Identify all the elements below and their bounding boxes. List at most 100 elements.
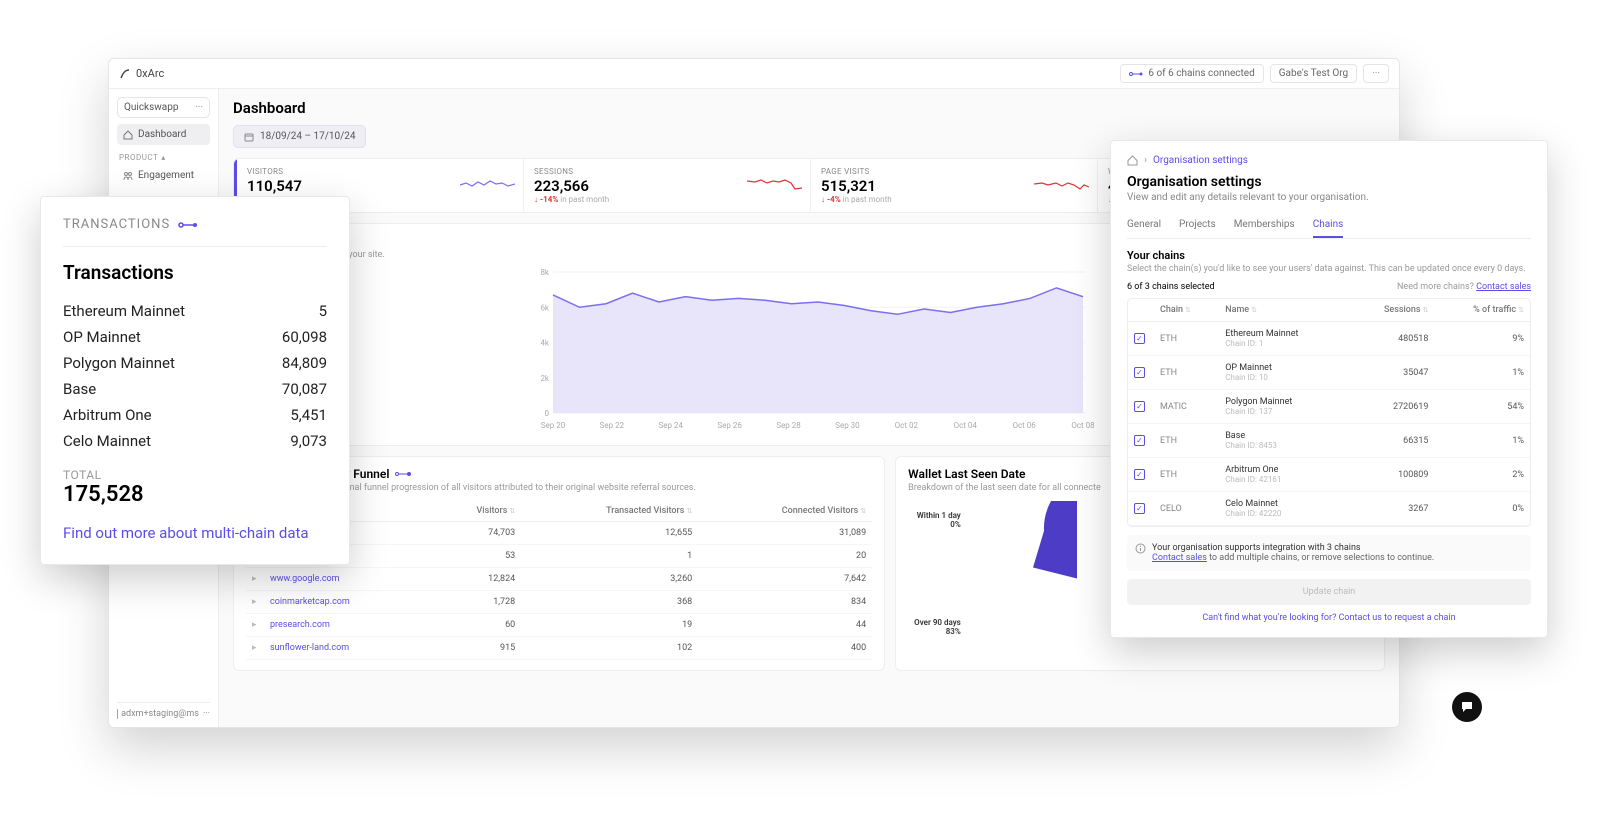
stat-delta: ↓ -4% in past month xyxy=(821,195,1087,204)
info-banner: Your organisation supports integration w… xyxy=(1127,535,1531,571)
update-chain-button[interactable]: Update chain xyxy=(1127,579,1531,605)
table-row[interactable]: ▸coinmarketcap.com1,728368834 xyxy=(246,591,872,614)
sparkline xyxy=(747,177,802,195)
sidebar-item-engagement[interactable]: Engagement xyxy=(117,165,210,186)
stat-label: VISITORS xyxy=(247,167,513,176)
list-item: OP Mainnet60,098 xyxy=(63,324,327,350)
checkbox[interactable]: ✓ xyxy=(1134,469,1145,480)
org-switcher[interactable]: Gabe's Test Org xyxy=(1270,64,1357,83)
info-text: to add multiple chains, or remove select… xyxy=(1207,553,1434,563)
topbar: 0xArc 6 of 6 chains connected Gabe's Tes… xyxy=(109,59,1399,89)
list-item: Ethereum Mainnet5 xyxy=(63,298,327,324)
sidebar-item-dashboard[interactable]: Dashboard xyxy=(117,124,210,145)
svg-text:Sep 28: Sep 28 xyxy=(776,421,801,430)
checkbox[interactable]: ✓ xyxy=(1134,367,1145,378)
org-settings-panel: › Organisation settings Organisation set… xyxy=(1110,140,1548,638)
checkbox[interactable]: ✓ xyxy=(1134,401,1145,412)
svg-text:6k: 6k xyxy=(540,303,549,312)
stat-card[interactable]: PAGE VISITS 515,321 ↓ -4% in past month xyxy=(811,159,1098,212)
checkbox[interactable]: ✓ xyxy=(1134,503,1145,514)
list-item: Base70,087 xyxy=(63,376,327,402)
total-value: 175,528 xyxy=(63,482,327,507)
panel-subtitle: View and edit any details relevant to yo… xyxy=(1127,192,1531,203)
svg-text:Sep 30: Sep 30 xyxy=(835,421,860,430)
brand-icon xyxy=(119,68,131,80)
date-range-button[interactable]: 18/09/24 – 17/10/24 xyxy=(233,125,366,148)
home-icon xyxy=(123,130,133,140)
page-title: Dashboard xyxy=(233,99,1385,117)
svg-text:Oct 04: Oct 04 xyxy=(954,421,978,430)
more-button[interactable]: ··· xyxy=(1363,64,1389,83)
chevron-up-icon: ▴ xyxy=(161,153,166,162)
wallet-labels: Within 1 day0% Over 90 days83% xyxy=(908,501,967,646)
svg-text:0: 0 xyxy=(545,409,550,418)
request-chain-link[interactable]: Can't find what you're looking for? Cont… xyxy=(1127,613,1531,623)
checkbox[interactable]: ✓ xyxy=(1134,435,1145,446)
svg-text:4k: 4k xyxy=(540,339,549,348)
calendar-icon xyxy=(244,132,254,142)
transactions-popover: TRANSACTIONS Transactions Ethereum Mainn… xyxy=(40,196,350,565)
multichain-icon xyxy=(1129,70,1143,78)
table-row[interactable]: ✓ ETH Ethereum MainnetChain ID: 1 480518… xyxy=(1128,322,1530,356)
sidebar-item-label: Dashboard xyxy=(138,129,186,140)
table-row[interactable]: ✓ ETH Arbitrum OneChain ID: 42161 100809… xyxy=(1128,458,1530,492)
info-icon xyxy=(1135,543,1146,554)
sidebar-item-label: Engagement xyxy=(138,170,194,181)
wallet-donut-chart xyxy=(967,501,1077,646)
user-email: adxm+staging@ms xyxy=(121,709,199,719)
table-row[interactable]: ✓ CELO Celo MainnetChain ID: 42220 3267 … xyxy=(1128,492,1530,526)
svg-text:Sep 26: Sep 26 xyxy=(717,421,742,430)
contact-sales-link[interactable]: Contact sales xyxy=(1476,282,1531,292)
total-label: TOTAL xyxy=(63,468,327,482)
stat-card[interactable]: SESSIONS 223,566 ↓ -14% in past month xyxy=(524,159,811,212)
tab-projects[interactable]: Projects xyxy=(1179,213,1216,238)
chains-table: Chain⇅Name⇅Sessions⇅% of traffic⇅ ✓ ETH … xyxy=(1127,298,1531,527)
workspace-select[interactable]: Quickswapp··· xyxy=(117,97,210,118)
multichain-link[interactable]: Find out more about multi-chain data xyxy=(63,523,327,544)
svg-text:Oct 06: Oct 06 xyxy=(1012,421,1036,430)
svg-text:8k: 8k xyxy=(540,268,549,277)
table-row[interactable]: ▸presearch.com601944 xyxy=(246,614,872,637)
svg-text:Sep 24: Sep 24 xyxy=(659,421,684,430)
tab-memberships[interactable]: Memberships xyxy=(1234,213,1295,238)
section-subtitle: Select the chain(s) you'd like to see yo… xyxy=(1127,264,1531,274)
list-item: Celo Mainnet9,073 xyxy=(63,428,327,454)
table-row[interactable]: ✓ ETH OP MainnetChain ID: 10 35047 1% xyxy=(1128,356,1530,390)
svg-text:Oct 08: Oct 08 xyxy=(1071,421,1095,430)
selected-count: 6 of 3 chains selected xyxy=(1127,282,1215,292)
need-more-chains: Need more chains? Contact sales xyxy=(1397,282,1531,292)
svg-text:Oct 02: Oct 02 xyxy=(895,421,919,430)
table-row[interactable]: ✓ MATIC Polygon MainnetChain ID: 137 272… xyxy=(1128,390,1530,424)
contact-sales-link[interactable]: Contact sales xyxy=(1152,553,1207,563)
svg-text:Sep 22: Sep 22 xyxy=(600,421,625,430)
chevron-right-icon: › xyxy=(1144,155,1147,166)
brand: 0xArc xyxy=(119,67,1120,80)
table-row[interactable]: ▸sunflower-land.com915102400 xyxy=(246,637,872,660)
info-title: Your organisation supports integration w… xyxy=(1152,543,1434,553)
stat-label: SESSIONS xyxy=(534,167,800,176)
checkbox[interactable]: ✓ xyxy=(1134,333,1145,344)
users-icon xyxy=(123,171,133,181)
svg-text:2k: 2k xyxy=(540,374,549,383)
ellipsis-icon: ··· xyxy=(203,709,210,719)
home-icon[interactable] xyxy=(1127,155,1138,166)
ellipsis-icon: ··· xyxy=(195,102,203,113)
multichain-icon xyxy=(178,220,198,230)
table-row[interactable]: ✓ ETH BaseChain ID: 8453 66315 1% xyxy=(1128,424,1530,458)
table-row[interactable]: ▸www.google.com12,8243,2607,642 xyxy=(246,568,872,591)
svg-text:Sep 20: Sep 20 xyxy=(541,421,566,430)
tab-chains[interactable]: Chains xyxy=(1313,213,1344,238)
section-title: Your chains xyxy=(1127,249,1531,262)
help-bubble[interactable] xyxy=(1452,692,1482,722)
sidebar-section-product: PRODUCT ▴ xyxy=(119,153,210,162)
tab-general[interactable]: General xyxy=(1127,213,1161,238)
chains-status-text: 6 of 6 chains connected xyxy=(1148,68,1254,79)
chains-status-pill[interactable]: 6 of 6 chains connected xyxy=(1120,64,1263,83)
popover-title: Transactions xyxy=(63,261,327,284)
sidebar-footer-user[interactable]: adxm+staging@ms ··· xyxy=(117,702,210,719)
settings-tabs: General Projects Memberships Chains xyxy=(1127,213,1531,239)
org-name: Gabe's Test Org xyxy=(1279,68,1348,79)
popover-heading: TRANSACTIONS xyxy=(63,217,327,247)
list-item: Arbitrum One5,451 xyxy=(63,402,327,428)
date-range-text: 18/09/24 – 17/10/24 xyxy=(260,131,355,142)
